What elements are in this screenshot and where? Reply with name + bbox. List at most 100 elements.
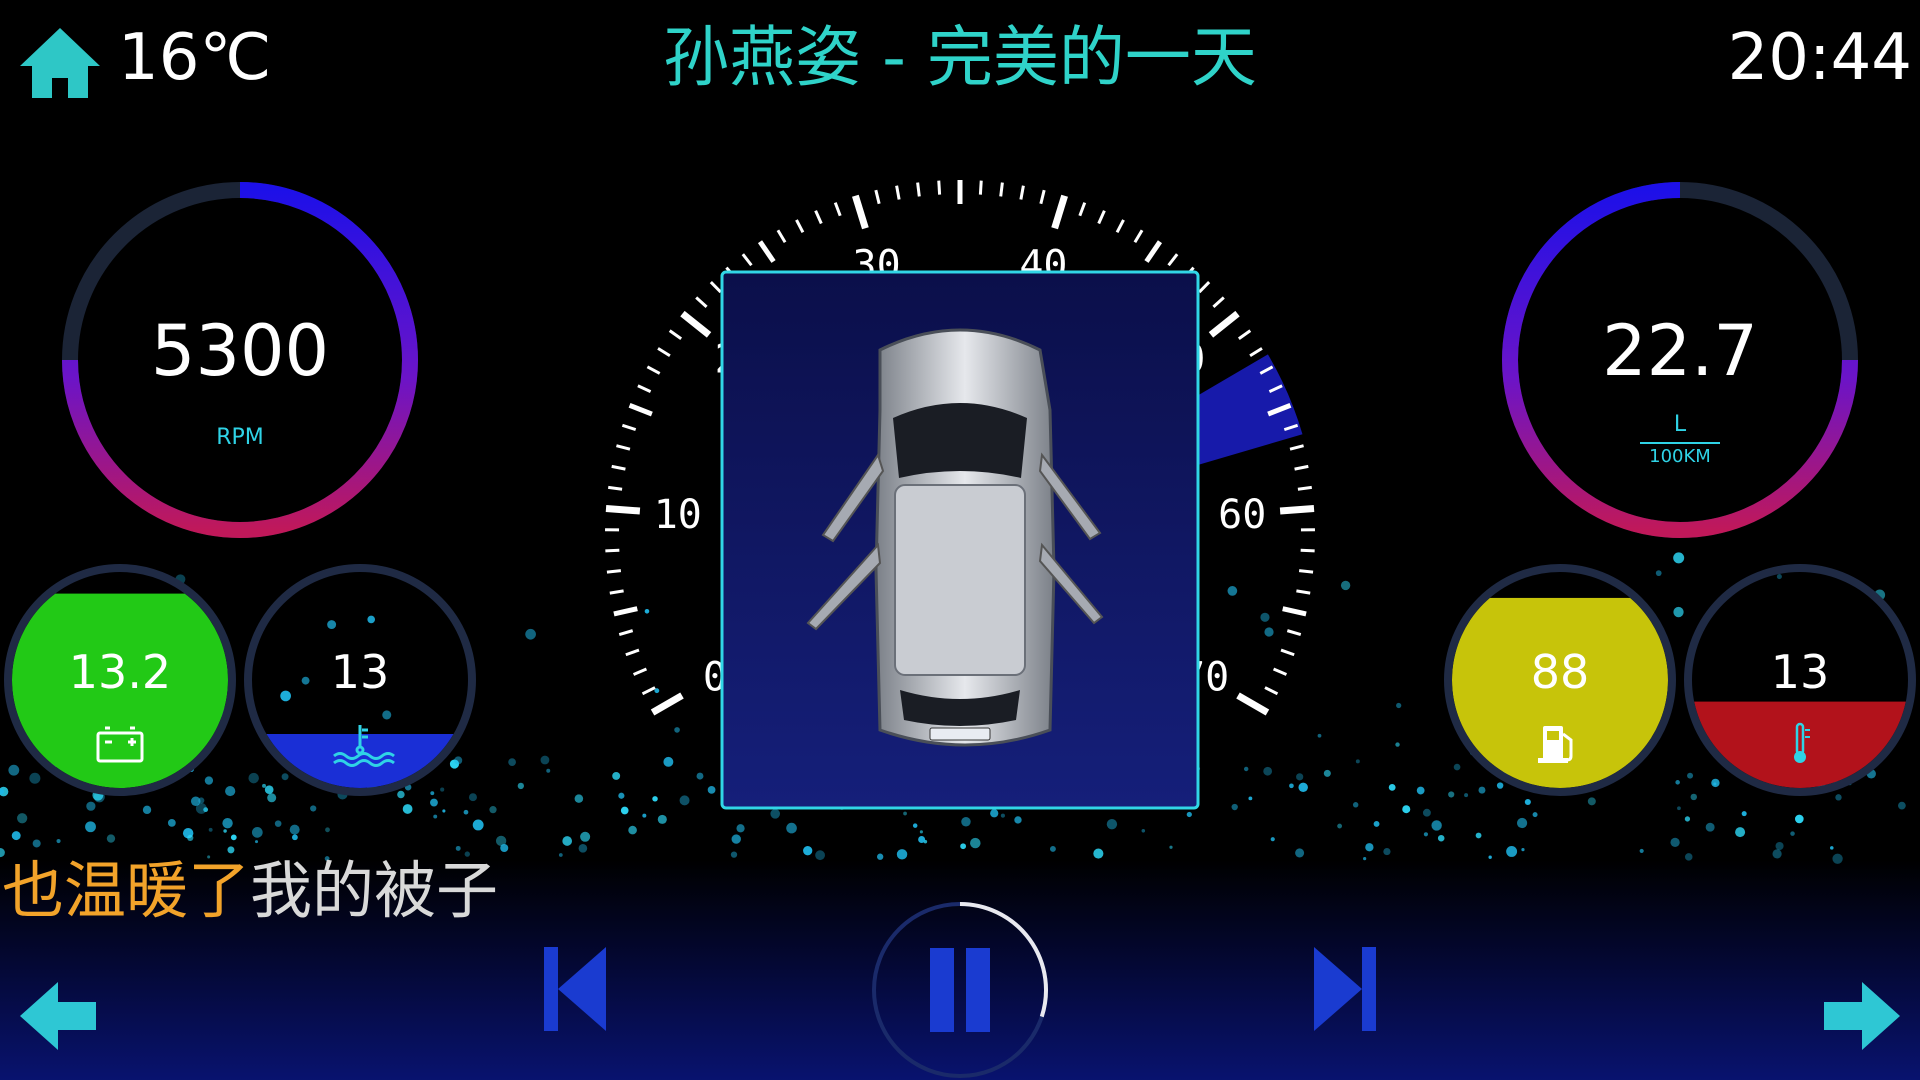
forward-button[interactable]: [1822, 980, 1902, 1052]
speedometer-tick: [1294, 464, 1309, 471]
speedometer-tick: [1078, 202, 1087, 217]
particle: [1365, 843, 1374, 852]
particle: [500, 843, 509, 853]
particle: [970, 837, 981, 849]
particle: [1373, 820, 1380, 827]
particle: [1830, 846, 1834, 850]
speedometer-tick: [1144, 240, 1163, 263]
particle: [1790, 831, 1795, 836]
particle: [628, 825, 637, 835]
particle: [903, 811, 907, 816]
particle: [1263, 766, 1273, 776]
particle: [1337, 823, 1343, 829]
particle: [1475, 832, 1482, 839]
pause-button[interactable]: [926, 946, 994, 1034]
particle: [225, 785, 236, 797]
particle: [489, 806, 497, 814]
particle: [912, 823, 918, 828]
particle: [1794, 814, 1804, 824]
particle: [17, 813, 28, 824]
particle: [325, 827, 330, 833]
particle: [204, 776, 214, 785]
previous-track-button[interactable]: [540, 945, 610, 1033]
particle: [1775, 841, 1784, 851]
particle: [1832, 853, 1843, 864]
next-track-button[interactable]: [1310, 945, 1380, 1033]
particle: [402, 804, 413, 814]
particle: [264, 785, 274, 795]
outside-temp-gauge-fill: [1692, 701, 1908, 788]
fuel-level-value: 88: [1530, 645, 1590, 699]
speedometer-tick: [795, 219, 805, 234]
particle: [1395, 742, 1400, 747]
speedometer-tick: [628, 402, 653, 417]
speedometer-tick: [833, 202, 842, 217]
speedometer-tick: [611, 464, 626, 471]
speedometer-tick: [937, 180, 942, 195]
particle: [919, 830, 923, 834]
particle: [1388, 783, 1396, 791]
particle: [1532, 812, 1538, 818]
particle: [580, 831, 591, 842]
speedometer-tick: [657, 347, 671, 358]
speedometer-tick: [618, 629, 634, 636]
speedometer-tick: [650, 692, 684, 716]
particle: [960, 843, 967, 850]
particle: [1383, 848, 1391, 856]
particle: [1496, 782, 1504, 789]
particle: [1231, 803, 1238, 811]
particle: [1396, 702, 1402, 709]
speedometer-tick: [1300, 548, 1315, 553]
particle: [696, 772, 704, 780]
particle: [558, 853, 563, 857]
particle: [1705, 822, 1715, 832]
particle: [1169, 845, 1173, 849]
particle: [730, 851, 738, 858]
battery-voltage-value: 13.2: [68, 645, 172, 699]
back-button[interactable]: [18, 980, 98, 1052]
lyric-remaining-part: 我的被子: [250, 854, 499, 927]
speedometer-tick: [1279, 504, 1315, 515]
speedometer-tick: [1297, 485, 1312, 491]
speedometer-tick: [895, 185, 901, 200]
particle: [1673, 552, 1685, 564]
particle: [454, 756, 463, 765]
particle: [251, 827, 263, 838]
particle: [1295, 848, 1305, 858]
particle: [289, 824, 300, 835]
coolant-temp-value: 13: [330, 645, 390, 699]
particle: [8, 764, 20, 776]
speedometer-tick: [916, 182, 921, 197]
particle: [208, 827, 213, 832]
particle: [142, 805, 152, 815]
particle: [267, 793, 277, 803]
speedometer-tick: [1286, 629, 1302, 636]
particle: [223, 829, 227, 833]
particle: [1422, 808, 1431, 817]
particle: [327, 620, 337, 630]
particle: [1340, 580, 1351, 591]
particle: [1448, 791, 1455, 798]
particle: [803, 846, 813, 856]
particle: [430, 791, 435, 796]
particle: [578, 843, 588, 853]
particle: [525, 628, 536, 640]
particle: [1093, 848, 1104, 859]
particle: [770, 808, 781, 819]
particle: [1437, 834, 1445, 842]
particle: [1516, 817, 1528, 829]
speedometer-tick: [1249, 347, 1263, 358]
particle: [679, 795, 690, 806]
particle: [310, 805, 317, 812]
speedometer-tick: [609, 589, 624, 595]
particle: [1416, 786, 1425, 795]
particle: [1000, 813, 1005, 818]
particle: [877, 853, 884, 860]
particle: [433, 814, 438, 819]
speedometer-tick: [625, 648, 640, 657]
speedometer-tick: [1264, 686, 1279, 696]
particle: [1488, 855, 1492, 859]
particle: [1243, 766, 1249, 772]
rpm-value: 5300: [150, 310, 330, 392]
speedometer-tick: [1282, 606, 1307, 617]
